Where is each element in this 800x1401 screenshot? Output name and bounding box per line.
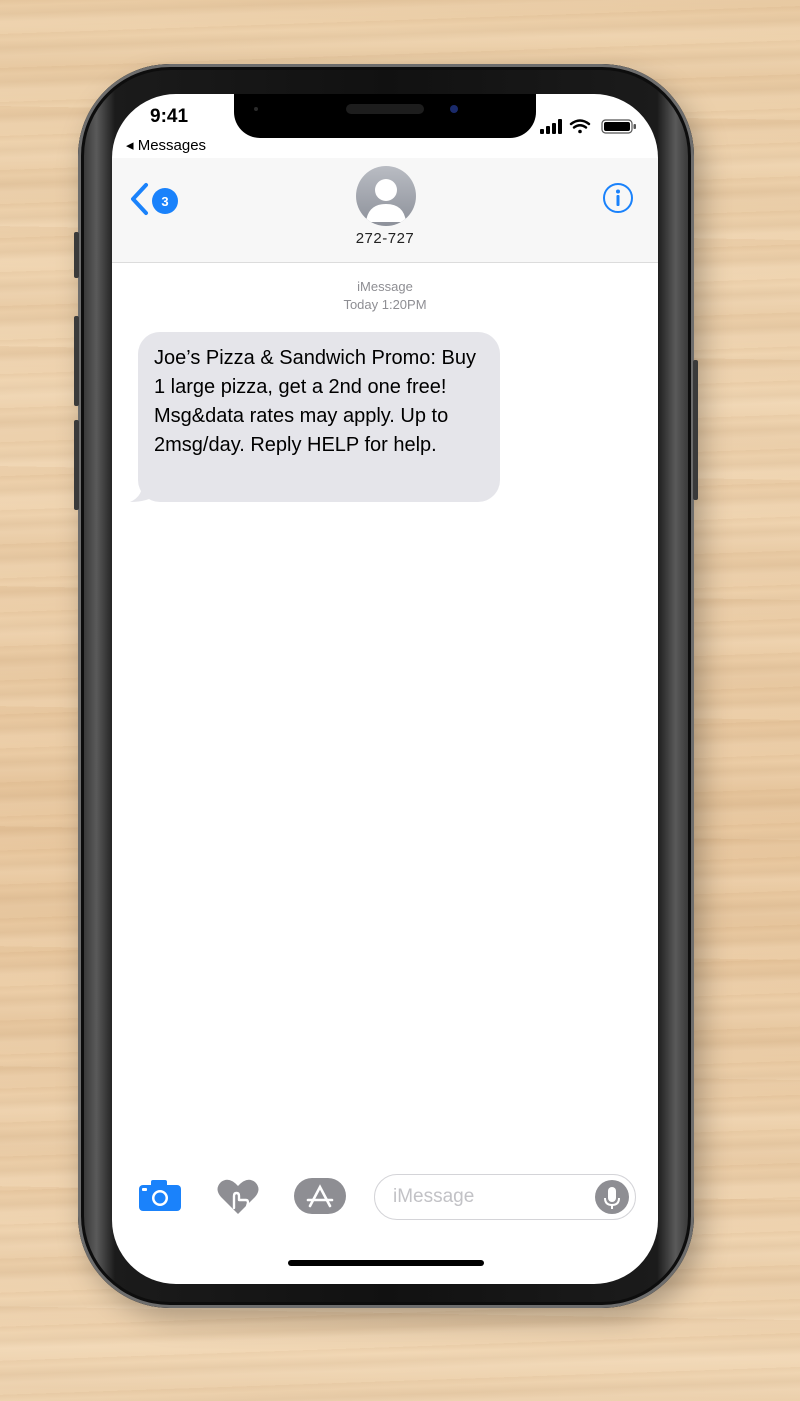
contact-name[interactable]: 272-727 [112, 230, 658, 247]
status-time: 9:41 [150, 106, 189, 127]
back-to-app-link[interactable]: ◂ Messages [126, 136, 206, 154]
app-store-icon[interactable] [294, 1178, 346, 1214]
service-label: iMessage [357, 279, 413, 294]
mute-switch [74, 232, 79, 278]
earpiece-speaker [346, 104, 424, 114]
unread-badge[interactable]: 3 [152, 188, 178, 214]
contact-avatar[interactable] [356, 166, 416, 226]
notch [234, 94, 536, 138]
conversation-meta: iMessage Today 1:20PM [112, 278, 658, 314]
front-camera [450, 105, 458, 113]
phone-screen: 9:41 ◂ Messages 3 272-727 iMessage Today… [112, 94, 658, 1284]
sensor-dot [254, 107, 258, 111]
volume-down-button [74, 420, 79, 510]
volume-up-button [74, 316, 79, 406]
digital-touch-icon[interactable] [216, 1178, 260, 1216]
info-icon[interactable] [602, 182, 634, 214]
message-input[interactable]: iMessage [374, 1174, 636, 1220]
wifi-icon [569, 119, 591, 134]
cellular-signal-icon [540, 119, 562, 134]
message-timestamp: Today 1:20PM [343, 297, 427, 312]
status-icons [540, 118, 640, 134]
camera-icon[interactable] [138, 1178, 182, 1212]
microphone-icon [604, 1187, 620, 1209]
message-input-placeholder: iMessage [393, 1186, 475, 1207]
home-indicator[interactable] [288, 1260, 484, 1266]
microphone-button[interactable] [595, 1180, 629, 1214]
conversation-header: 3 272-727 [112, 158, 658, 263]
chevron-left-icon[interactable] [128, 182, 150, 216]
message-composer: iMessage [112, 1160, 658, 1230]
incoming-message-bubble[interactable]: Joe’s Pizza & Sandwich Promo: Buy 1 larg… [138, 332, 500, 502]
power-button [693, 360, 698, 500]
battery-icon [601, 119, 636, 134]
person-silhouette-icon [366, 179, 406, 222]
